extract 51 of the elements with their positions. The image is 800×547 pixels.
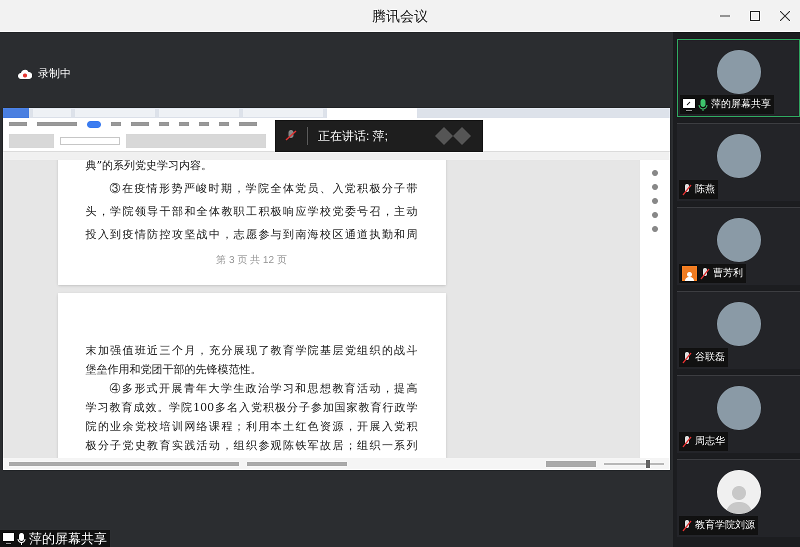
tool-icon[interactable] bbox=[652, 226, 658, 232]
participant-name: 萍的屏幕共享 bbox=[711, 98, 771, 112]
font-field[interactable] bbox=[60, 136, 120, 144]
participant-tile[interactable]: 曹芳利 bbox=[677, 207, 800, 285]
document-text-line: 极分子党史教育实践活动，组织参观陈铁军故居；组织一系列 bbox=[86, 438, 418, 454]
close-icon[interactable] bbox=[780, 11, 790, 21]
speaking-label: 正在讲话: 萍; bbox=[318, 128, 388, 145]
document-text-line: 典”的系列党史学习内容。 bbox=[86, 160, 214, 174]
document-text-line: 末加强值班近三个月，充分展现了教育学院基层党组织的战斗 bbox=[86, 343, 418, 359]
document-text-line: 头，学院领导干部和全体教职工积极响应学校党委号召，主动 bbox=[86, 204, 418, 220]
active-menu-item[interactable] bbox=[87, 120, 101, 128]
recording-label: 录制中 bbox=[38, 67, 71, 82]
participant-tile[interactable]: 周志华 bbox=[677, 375, 800, 453]
view-icons[interactable] bbox=[546, 461, 596, 467]
tool-icon[interactable] bbox=[652, 170, 658, 176]
document-text-line: 堡垒作用和党团干部的先锋模范性。 bbox=[86, 362, 262, 378]
participant-name: 曹芳利 bbox=[713, 266, 743, 281]
mic-muted-icon bbox=[285, 129, 297, 143]
document-text-line: 投入到疫情防控攻坚战中，志愿参与到南海校区通道执勤和周 bbox=[86, 227, 418, 243]
participant-name: 陈燕 bbox=[695, 182, 715, 197]
document-text-line: 学习教育成效。学院100多名入党积极分子参加国家教育行政学 bbox=[86, 400, 418, 416]
home-tab[interactable] bbox=[3, 108, 29, 118]
participant-tile[interactable]: 谷联磊 bbox=[677, 291, 800, 369]
menu-item[interactable] bbox=[131, 122, 149, 126]
maximize-icon[interactable] bbox=[750, 11, 760, 21]
menu-item[interactable] bbox=[111, 122, 121, 126]
menu-item[interactable] bbox=[37, 122, 77, 126]
toolbar-icons[interactable] bbox=[9, 134, 54, 148]
window-title: 腾讯会议 bbox=[372, 6, 428, 26]
mic-icon bbox=[17, 532, 26, 544]
zoom-thumb[interactable] bbox=[646, 460, 650, 468]
participant-name: 谷联磊 bbox=[695, 351, 725, 365]
document-text-line: 院的业余党校培训网络课程；利用本土红色资源，开展入党积 bbox=[86, 419, 418, 435]
cloud-icon bbox=[18, 69, 32, 80]
participant-tile[interactable]: 教育学院刘源 bbox=[677, 459, 800, 537]
document-text-line: ③在疫情形势严峻时期，学院全体党员、入党积极分子带 bbox=[108, 181, 418, 197]
document-text-line: ④多形式开展青年大学生政治学习和思想教育活动，提高 bbox=[108, 381, 418, 397]
menu-item[interactable] bbox=[239, 122, 257, 126]
participant-tile[interactable]: 萍的屏幕共享 bbox=[677, 39, 800, 117]
participant-name: 周志华 bbox=[695, 434, 725, 449]
screen-share-icon bbox=[3, 533, 14, 544]
menu-item[interactable] bbox=[9, 122, 27, 126]
logo-icon bbox=[435, 125, 471, 147]
tool-icon[interactable] bbox=[652, 184, 658, 190]
presenter-name: 萍的屏幕共享 bbox=[29, 530, 107, 547]
page-footer: 第 3 页 共 12 页 bbox=[86, 256, 418, 266]
participant-name: 教育学院刘源 bbox=[695, 518, 755, 533]
tool-icon[interactable] bbox=[652, 198, 658, 204]
tool-icon[interactable] bbox=[652, 212, 658, 218]
participant-tile[interactable]: 陈燕 bbox=[677, 123, 800, 201]
toolbar-icons[interactable] bbox=[126, 134, 266, 148]
